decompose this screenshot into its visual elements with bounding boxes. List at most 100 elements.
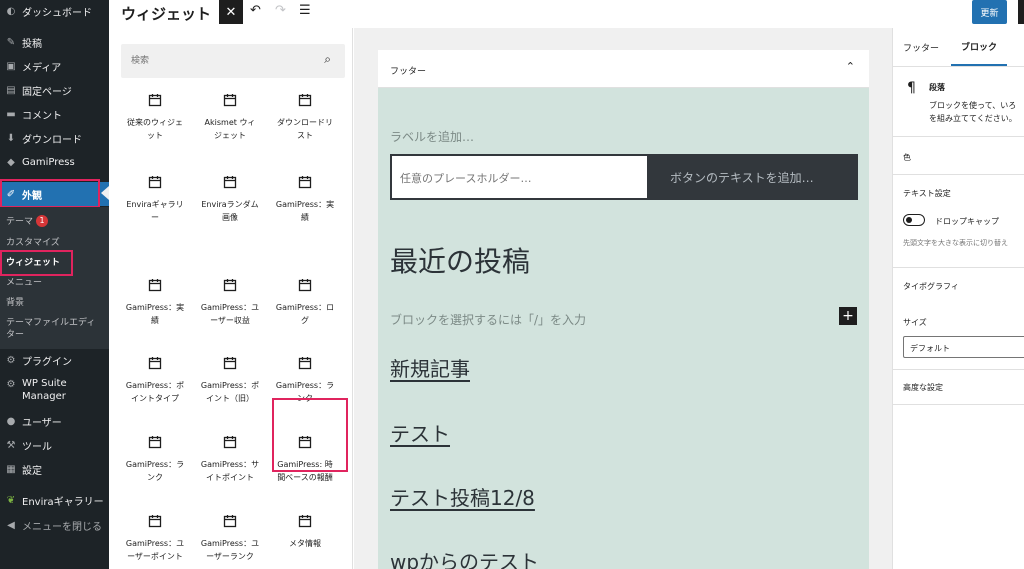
dropcap-toggle[interactable]: [903, 214, 925, 226]
chevron-up-icon[interactable]: ⌃: [846, 60, 855, 73]
block-label-line1: Enviraランダム: [201, 200, 259, 209]
search-label-input[interactable]: ラベルを追加…: [390, 128, 474, 145]
block-search-input[interactable]: [131, 52, 311, 70]
block-label-line2: スト: [297, 131, 313, 140]
block-label-line1: GamiPress：ユ: [125, 539, 185, 548]
post-link[interactable]: テスト: [390, 418, 450, 447]
block-item[interactable]: GamiPress：ユ ーザーランク: [193, 513, 267, 569]
appearance-submenu: テーマ 1 カスタマイズ ウィジェット メニュー 背景 テーマファイルエディ ター: [0, 207, 109, 349]
add-block-button[interactable]: +: [839, 307, 857, 325]
tabs-divider: [893, 66, 1024, 67]
gamipress-icon: ◆: [7, 156, 15, 168]
collapse-menu-button[interactable]: ◀ メニューを閉じる: [0, 514, 109, 536]
widget-calendar-icon: [298, 277, 312, 292]
block-item[interactable]: GamiPress：ポ イントタイプ: [118, 355, 192, 425]
menu-item-pages[interactable]: ▤ 固定ページ: [0, 79, 109, 101]
color-panel-title[interactable]: 色: [903, 152, 911, 163]
menu-label: 投稿: [22, 38, 42, 50]
block-item[interactable]: GamiPress：サ イトポイント: [193, 434, 267, 504]
submenu-item-themes[interactable]: テーマ 1: [6, 214, 49, 227]
menu-item-dashboard[interactable]: ◐ ダッシュボード: [0, 0, 109, 22]
block-item[interactable]: Enviraギャラリー: [118, 174, 192, 244]
block-label-line2: ジェット: [214, 131, 246, 140]
submenu-item-menus[interactable]: メニュー: [6, 275, 42, 288]
block-item[interactable]: GamiPress：ユ ーザー収益: [193, 277, 267, 347]
block-item[interactable]: GamiPress：ログ: [268, 277, 342, 347]
plugin-icon: ⚙: [6, 354, 16, 366]
empty-block-prompt[interactable]: ブロックを選択するには「/」を入力: [390, 311, 586, 328]
block-item-label: Akismet ウィ ジェット: [193, 116, 267, 142]
post-link[interactable]: wpからのテスト: [390, 546, 539, 569]
tab-footer[interactable]: フッター: [903, 28, 939, 66]
block-label-line2: ット: [147, 131, 163, 140]
block-inserter: ⌕ 従来のウィジェットAkismet ウィジェットダウンロードリスト Envira…: [109, 28, 353, 569]
block-label-line2: ンク: [147, 473, 163, 482]
search-placeholder-input[interactable]: 任意のプレースホルダー…: [392, 156, 647, 198]
user-icon: ●: [6, 415, 16, 427]
post-link[interactable]: テスト投稿12/8: [390, 482, 535, 511]
paragraph-icon: ¶: [907, 80, 916, 96]
block-item[interactable]: GamiPress：ポ イント（旧）: [193, 355, 267, 425]
undo-icon[interactable]: ↶: [250, 3, 261, 18]
advanced-title[interactable]: 高度な設定: [903, 382, 943, 393]
block-label-line1: GamiPress：ポ: [125, 381, 185, 390]
typography-title[interactable]: タイポグラフィ: [903, 281, 959, 292]
block-item-label: GamiPress：ユ ーザーランク: [193, 537, 267, 563]
menu-item-tools[interactable]: ⚒ ツール: [0, 434, 109, 456]
menu-item-wpsuite[interactable]: ⚙ WP Suite Manager: [0, 377, 109, 407]
block-search[interactable]: ⌕: [121, 44, 345, 78]
page-title: ウィジェット: [121, 5, 212, 23]
widget-area-header[interactable]: フッター ⌃: [378, 50, 869, 88]
block-item[interactable]: ダウンロードリ スト: [268, 92, 342, 162]
tab-block[interactable]: ブロック: [951, 28, 1008, 66]
menu-item-users[interactable]: ● ユーザー: [0, 410, 109, 432]
search-block[interactable]: 任意のプレースホルダー… ボタンのテキストを追加…: [390, 154, 858, 200]
block-item[interactable]: GamiPress：実績: [118, 277, 192, 347]
recent-posts-title[interactable]: 最近の投稿: [390, 240, 530, 280]
menu-item-envira[interactable]: ❦ Enviraギャラリー: [0, 489, 109, 511]
widget-calendar-icon: [148, 434, 162, 449]
menu-label: コメント: [22, 110, 62, 122]
block-item[interactable]: GamiPress：実績: [268, 174, 342, 244]
list-view-icon[interactable]: ☰: [299, 3, 311, 18]
block-item-label: GamiPress：ラ ンク: [118, 458, 192, 484]
block-label-line2: ー: [151, 213, 159, 222]
menu-item-download[interactable]: ⬇ ダウンロード: [0, 127, 109, 149]
menu-item-settings[interactable]: ▦ 設定: [0, 458, 109, 480]
menu-item-comments[interactable]: ▬ コメント: [0, 103, 109, 125]
block-item-label: Enviraランダム 画像: [193, 198, 267, 224]
search-button-text[interactable]: ボタンのテキストを追加…: [670, 169, 814, 186]
menu-item-media[interactable]: ▣ メディア: [0, 55, 109, 77]
close-inserter-button[interactable]: ✕: [219, 0, 243, 24]
block-item[interactable]: 従来のウィジェ ット: [118, 92, 192, 162]
post-link[interactable]: 新規記事: [390, 353, 470, 382]
block-description-line1: ブロックを使って、いろ: [929, 101, 1017, 110]
menu-item-posts[interactable]: ✎ 投稿: [0, 31, 109, 53]
menu-item-gamipress[interactable]: ◆ GamiPress: [0, 151, 109, 173]
highlight-widgets: [0, 250, 73, 276]
settings-toggle-button[interactable]: [1018, 0, 1024, 24]
submenu-item-background[interactable]: 背景: [6, 295, 24, 308]
block-item-label: GamiPress：ユ ーザー収益: [193, 301, 267, 327]
block-item[interactable]: Enviraランダム 画像: [193, 174, 267, 244]
block-item[interactable]: GamiPress：ユ ーザーポイント: [118, 513, 192, 569]
font-size-select[interactable]: デフォルト: [903, 336, 1024, 358]
submenu-item-customize[interactable]: カスタマイズ: [6, 235, 60, 248]
block-item-label: ダウンロードリ スト: [268, 116, 342, 142]
block-item[interactable]: Akismet ウィ ジェット: [193, 92, 267, 162]
highlight-time-based-reward: [272, 398, 348, 472]
submenu-item-theme-editor-cont[interactable]: ター: [6, 327, 24, 340]
menu-label: 設定: [22, 465, 42, 477]
menu-label: 固定ページ: [22, 86, 72, 98]
divider: [893, 369, 1024, 370]
comment-icon: ▬: [6, 108, 16, 120]
menu-item-plugins[interactable]: ⚙ プラグイン: [0, 349, 109, 371]
text-settings-title[interactable]: テキスト設定: [903, 188, 951, 199]
redo-icon[interactable]: ↷: [275, 3, 286, 18]
menu-label: ツール: [22, 441, 52, 453]
block-item[interactable]: GamiPress：ラ ンク: [118, 434, 192, 504]
menu-label: メニューを閉じる: [22, 521, 102, 533]
divider: [893, 136, 1024, 137]
block-item[interactable]: メタ情報: [268, 513, 342, 569]
update-button[interactable]: 更新: [972, 0, 1007, 24]
